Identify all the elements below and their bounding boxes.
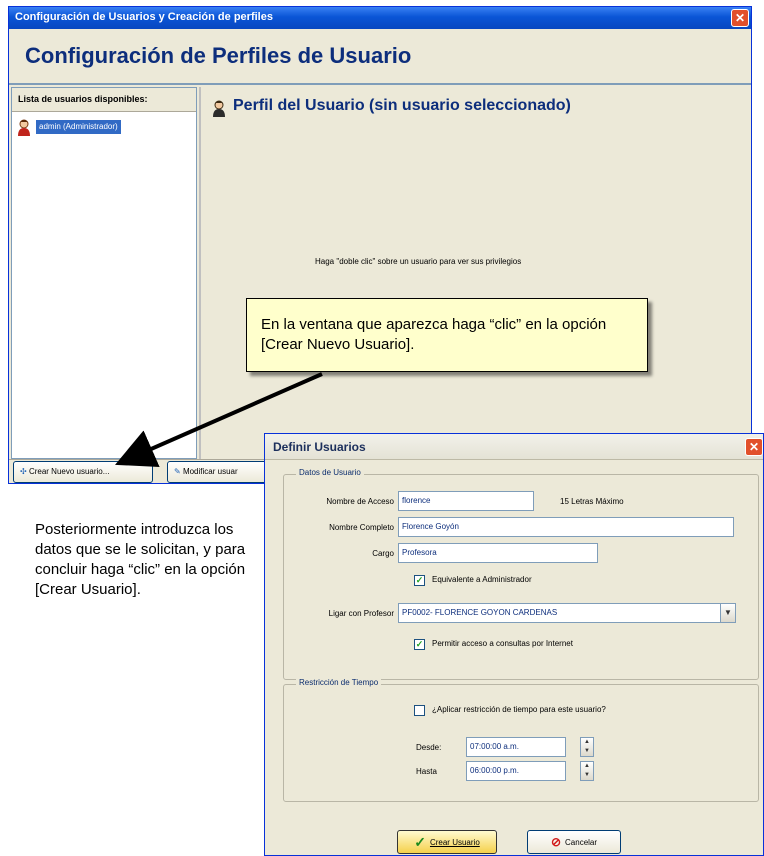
- desde-label: Desde:: [416, 743, 442, 752]
- cancel-button-content: ⊘ Cancelar: [528, 831, 620, 853]
- fullname-field[interactable]: Florence Goyón: [398, 517, 734, 537]
- admin-checkbox[interactable]: ✓: [414, 575, 425, 586]
- user-list-title: Lista de usuarios disponibles:: [18, 94, 148, 104]
- dialog-close-icon[interactable]: ✕: [745, 438, 763, 456]
- checkmark-icon: ✓: [414, 833, 426, 850]
- time-restriction-checkbox-label: ¿Aplicar restricción de tiempo para este…: [432, 705, 606, 714]
- cancel-button[interactable]: ⊘ Cancelar: [527, 830, 621, 854]
- hasta-label: Hasta: [416, 767, 437, 776]
- login-label: Nombre de Acceso: [326, 497, 394, 506]
- profesor-label: Ligar con Profesor: [328, 609, 394, 618]
- user-list-header: Lista de usuarios disponibles:: [12, 88, 196, 112]
- add-user-icon: ✣: [20, 467, 27, 476]
- cargo-label: Cargo: [372, 549, 394, 558]
- cancel-icon: ⊘: [550, 835, 562, 849]
- fullname-label: Nombre Completo: [329, 523, 394, 532]
- internet-checkbox-label: Permitir acceso a consultas por Internet: [432, 639, 573, 648]
- user-data-group: Datos de Usuario Nombre de Acceso floren…: [283, 468, 759, 680]
- desde-time-field[interactable]: 07:00:00 a.m.: [466, 737, 566, 757]
- desde-spinner-icon[interactable]: ▲ ▼: [580, 737, 594, 757]
- internet-checkbox[interactable]: ✓: [414, 639, 425, 650]
- cancel-label: Cancelar: [565, 837, 598, 847]
- chevron-down-icon[interactable]: ▼: [720, 603, 736, 623]
- profile-user-icon: [213, 100, 225, 117]
- modify-user-label: Modificar usuar: [182, 467, 238, 476]
- cargo-field[interactable]: Profesora: [398, 543, 598, 563]
- main-window: Configuración de Usuarios y Creación de …: [8, 6, 752, 484]
- callout-box: En la ventana que aparezca haga “clic” e…: [246, 298, 648, 372]
- hasta-spinner-icon[interactable]: ▲ ▼: [580, 761, 594, 781]
- user-item-label: admin (Administrador): [36, 120, 121, 134]
- profile-panel: Perfil del Usuario (sin usuario seleccio…: [199, 87, 749, 459]
- hasta-time-field[interactable]: 06:00:00 p.m.: [466, 761, 566, 781]
- pencil-icon: ✎: [174, 467, 181, 476]
- login-note: 15 Letras Máximo: [560, 497, 624, 506]
- time-restriction-group: Restricción de Tiempo ¿Aplicar restricci…: [283, 678, 759, 802]
- main-titlebar[interactable]: Configuración de Usuarios y Creación de …: [9, 7, 751, 29]
- time-restriction-legend: Restricción de Tiempo: [296, 678, 382, 687]
- dialog-titlebar[interactable]: Definir Usuarios ✕: [265, 434, 763, 460]
- profesor-select[interactable]: PF0002- FLORENCE GOYON CARDENAS: [398, 603, 736, 623]
- create-user-label: Crear Usuario: [429, 837, 480, 847]
- profile-title: Perfil del Usuario (sin usuario seleccio…: [233, 97, 571, 114]
- admin-checkbox-label: Equivalente a Administrador: [432, 575, 532, 584]
- user-data-legend: Datos de Usuario: [296, 468, 364, 477]
- main-heading-band: Configuración de Perfiles de Usuario: [9, 29, 751, 85]
- user-list-item[interactable]: admin (Administrador): [14, 118, 194, 136]
- main-heading: Configuración de Perfiles de Usuario: [25, 43, 412, 68]
- user-avatar-icon: [16, 118, 32, 136]
- profile-hint: Haga "doble clic" sobre un usuario para …: [315, 257, 522, 266]
- create-new-user-button[interactable]: ✣ Crear Nuevo usuario...: [13, 461, 153, 483]
- main-close-icon[interactable]: ✕: [731, 9, 749, 27]
- define-users-dialog: Definir Usuarios ✕ Datos de Usuario Nomb…: [264, 433, 764, 856]
- dialog-footer: ✓ Crear Usuario ⊘ Cancelar: [265, 804, 763, 855]
- main-window-title: Configuración de Usuarios y Creación de …: [15, 11, 273, 23]
- create-user-button-content: ✓ Crear Usuario: [398, 831, 496, 853]
- callout-text: En la ventana que aparezca haga “clic” e…: [261, 316, 607, 353]
- instructions-text: Posteriormente introduzca los datos que …: [35, 521, 246, 598]
- time-restriction-checkbox[interactable]: [414, 705, 425, 716]
- user-list-panel: Lista de usuarios disponibles: admin (Ad…: [11, 87, 197, 459]
- create-user-button[interactable]: ✓ Crear Usuario: [397, 830, 497, 854]
- login-field[interactable]: florence: [398, 491, 534, 511]
- dialog-title: Definir Usuarios: [273, 440, 366, 454]
- create-new-user-label: Crear Nuevo usuario...: [28, 467, 110, 476]
